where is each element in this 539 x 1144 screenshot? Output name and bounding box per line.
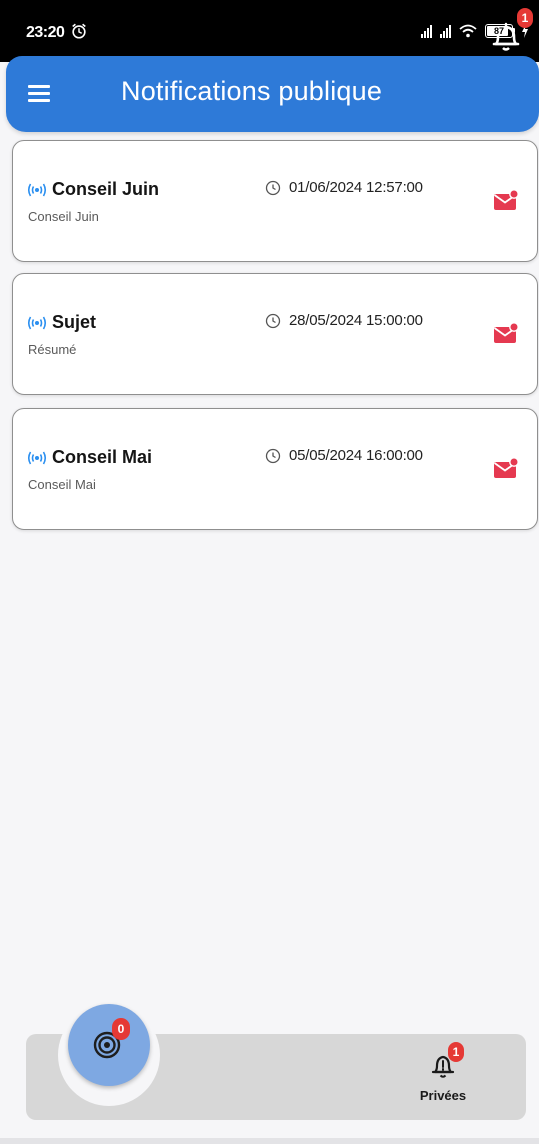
clock-icon — [265, 448, 281, 463]
notification-title: Conseil Juin — [52, 179, 160, 199]
clock-icon — [265, 180, 281, 195]
nav-item-private-label: Privées — [419, 1088, 467, 1103]
app-header: Notifications publique — [6, 56, 539, 132]
notification-date-row: 28/05/2024 15:00:00 — [265, 312, 423, 329]
broadcast-icon — [27, 451, 47, 464]
wifi-icon — [459, 24, 477, 38]
broadcast-icon — [27, 316, 47, 329]
mail-icon[interactable] — [493, 322, 519, 344]
notification-card[interactable]: Conseil Juin Conseil Juin 01/06/2024 12:… — [12, 140, 538, 262]
notification-summary: Résumé — [28, 342, 77, 357]
notification-date-row: 05/05/2024 16:00:00 — [265, 447, 423, 464]
broadcast-icon — [27, 183, 47, 196]
notification-date: 05/05/2024 16:00:00 — [289, 447, 423, 464]
notification-summary: Conseil Juin — [28, 209, 99, 224]
notification-date: 28/05/2024 15:00:00 — [289, 312, 423, 329]
signal-icon — [440, 24, 451, 38]
system-nav-edge — [0, 1138, 539, 1144]
card-title-row: Conseil Mai — [26, 447, 152, 468]
mail-icon[interactable] — [493, 457, 519, 479]
alarm-icon — [72, 23, 86, 39]
battery-level: 87 — [493, 26, 504, 36]
private-badge: 1 — [448, 1042, 464, 1062]
status-time: 23:20 — [26, 24, 65, 41]
notification-title: Conseil Mai — [52, 447, 153, 467]
notification-summary: Conseil Mai — [28, 477, 96, 492]
notification-date-row: 01/06/2024 12:57:00 — [265, 179, 423, 196]
card-title-row: Conseil Juin — [26, 179, 159, 200]
notification-card[interactable]: Conseil Mai Conseil Mai 05/05/2024 16:00… — [12, 408, 538, 530]
public-notifications-fab[interactable] — [68, 1004, 150, 1086]
notification-card[interactable]: Sujet Résumé 28/05/2024 15:00:00 — [12, 273, 538, 395]
card-title-row: Sujet — [26, 312, 96, 333]
notification-title: Sujet — [52, 312, 97, 332]
signal-icon — [421, 24, 432, 38]
status-bar: 23:20 87 — [0, 0, 539, 62]
notification-date: 01/06/2024 12:57:00 — [289, 179, 423, 196]
notification-badge: 1 — [517, 8, 533, 28]
page-title: Notifications publique — [121, 76, 383, 106]
fab-badge: 0 — [112, 1018, 130, 1040]
nav-item-private[interactable]: 1 Privées — [404, 1042, 484, 1110]
mail-icon[interactable] — [493, 189, 519, 211]
clock-icon — [265, 313, 281, 328]
menu-icon[interactable] — [28, 82, 56, 106]
